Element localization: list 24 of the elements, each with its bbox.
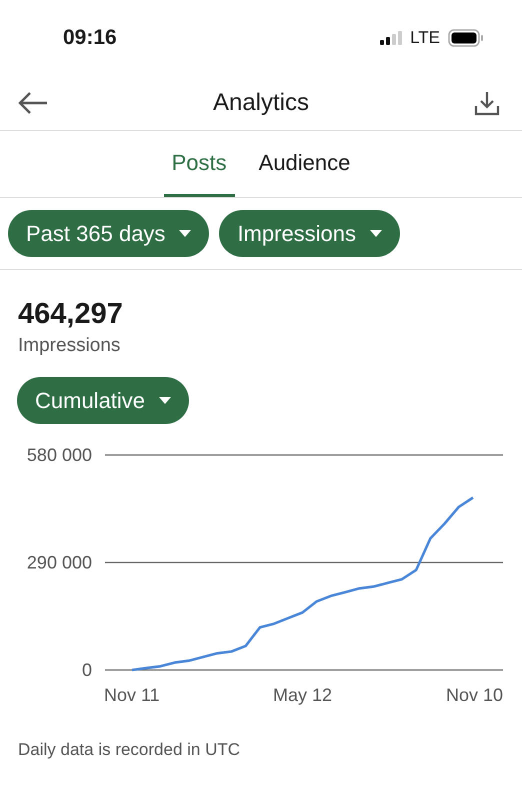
caret-icon (179, 230, 192, 237)
signal-icon (380, 30, 402, 44)
x-axis-label: Nov 11 (104, 685, 160, 705)
filter-dropdown[interactable]: Impressions (219, 210, 400, 257)
tab[interactable]: Posts (164, 131, 235, 197)
footnote: Daily data is recorded in UTC (17, 739, 242, 761)
page-title: Analytics (212, 88, 310, 116)
battery-icon (448, 28, 484, 46)
back-arrow-icon[interactable] (18, 92, 48, 114)
caret-icon (159, 397, 172, 404)
x-axis-label: May 12 (272, 685, 332, 705)
x-axis-label: Nov 10 (446, 685, 503, 705)
mode-dropdown[interactable]: Cumulative (17, 377, 190, 424)
caret-icon (370, 230, 382, 237)
status-time: 09:16 (63, 26, 117, 50)
y-axis-label: 290 000 (26, 552, 92, 572)
metric-label: Impressions (18, 335, 122, 357)
network-type: LTE (410, 28, 440, 48)
impressions-total: 464,297 (18, 298, 124, 331)
filter-dropdown[interactable]: Past 365 days (8, 210, 210, 257)
download-icon[interactable] (474, 90, 500, 116)
y-axis-label: 580 000 (26, 445, 92, 465)
y-axis-label: 0 (82, 660, 92, 680)
tab[interactable]: Audience (250, 131, 358, 197)
